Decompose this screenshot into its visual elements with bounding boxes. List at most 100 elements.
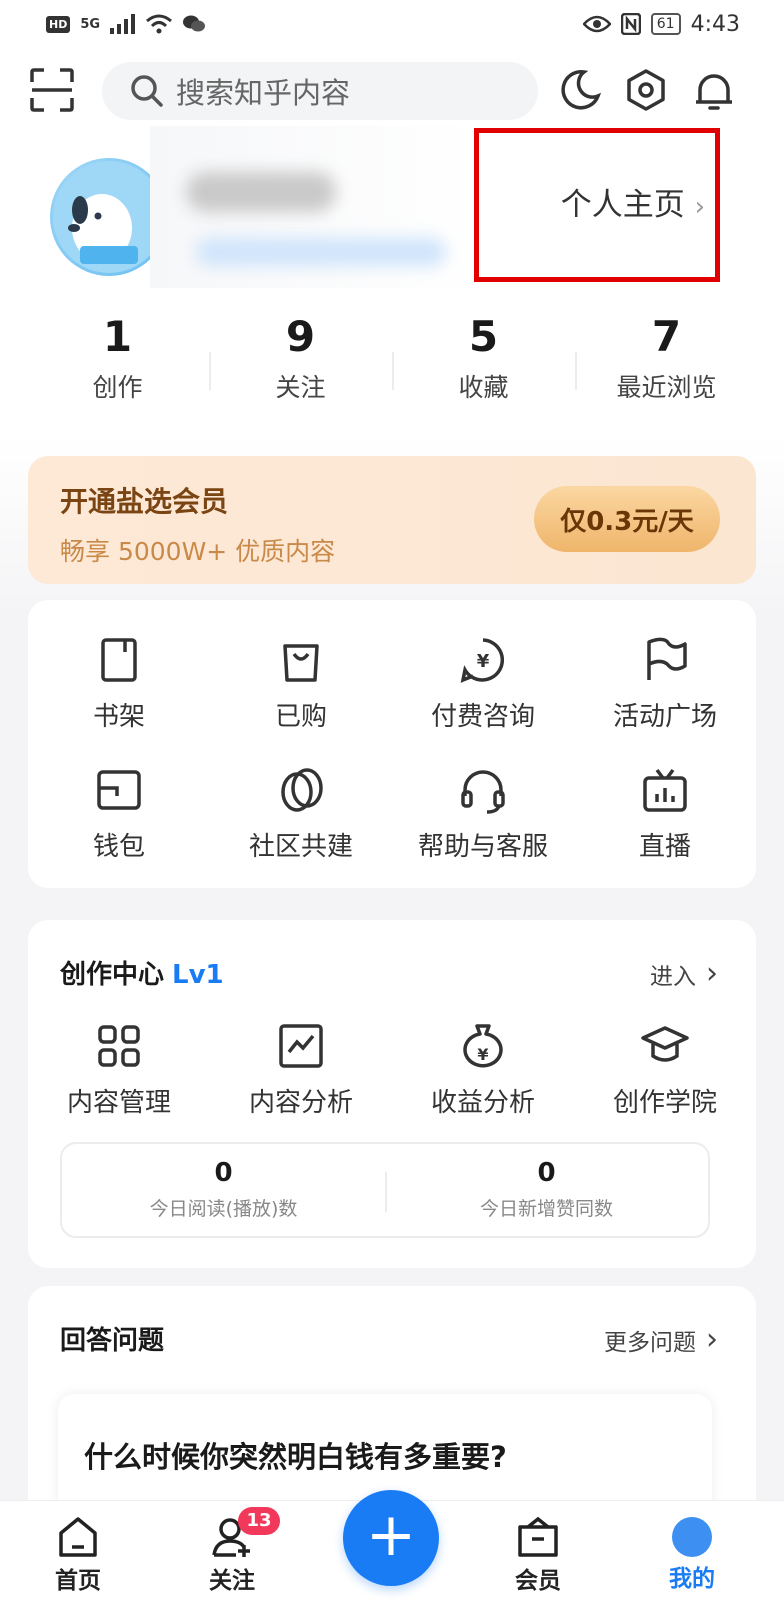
svg-text:¥: ¥ <box>477 1045 488 1064</box>
creation-enter-label: 进入 <box>650 963 696 990</box>
create-plus-button[interactable]: + <box>343 1490 439 1586</box>
creation-academy[interactable]: 创作学院 <box>574 1022 756 1119</box>
notification-badge: 13 <box>238 1507 280 1535</box>
more-questions-link[interactable]: 更多问题 › <box>604 1322 718 1357</box>
service-purchased[interactable]: 已购 <box>210 636 392 733</box>
headset-icon <box>461 770 505 814</box>
notification-bell-icon[interactable] <box>692 68 736 112</box>
wifi-icon <box>146 14 173 34</box>
leaf-icon <box>281 768 323 812</box>
shopping-bag-icon <box>283 644 319 682</box>
vip-bag-icon <box>518 1516 558 1557</box>
service-bookshelf[interactable]: 书架 <box>28 636 210 733</box>
nfc-icon <box>620 13 641 35</box>
service-label: 已购 <box>274 702 327 732</box>
creation-enter-link[interactable]: 进入 › <box>650 956 718 991</box>
tab-me[interactable]: 我的 <box>642 1515 742 1593</box>
services-row-1: 书架 已购 ¥ 付费咨询 活动广场 <box>28 636 756 733</box>
service-community[interactable]: 社区共建 <box>210 766 392 863</box>
service-paid-consult[interactable]: ¥ 付费咨询 <box>392 636 574 733</box>
service-label: 活动广场 <box>612 702 717 732</box>
blurred-username <box>186 172 336 212</box>
stat-value: 5 <box>468 312 499 361</box>
creation-center-title: 创作中心 Lv1 <box>60 954 224 991</box>
today-reads-value: 0 <box>214 1158 233 1188</box>
creation-tool-label: 内容管理 <box>66 1088 171 1118</box>
creation-content-analysis[interactable]: 内容分析 <box>210 1022 392 1119</box>
service-label: 付费咨询 <box>430 702 535 732</box>
stat-label: 创作 <box>92 373 143 402</box>
tab-label: 首页 <box>55 1568 101 1594</box>
me-avatar-icon <box>672 1517 712 1557</box>
status-bar: HD 5G 61 4:43 <box>0 0 784 48</box>
service-activity-square[interactable]: 活动广场 <box>574 636 756 733</box>
grid-icon <box>98 1025 140 1067</box>
stat-following[interactable]: 9 关注 <box>209 310 392 410</box>
question-title: 什么时候你突然明白钱有多重要? <box>84 1440 507 1474</box>
flag-icon <box>647 637 687 680</box>
tab-following[interactable]: 关注 13 <box>182 1507 282 1595</box>
service-label: 直播 <box>638 832 691 862</box>
tab-label: 关注 <box>209 1568 255 1594</box>
svg-text:¥: ¥ <box>477 651 490 672</box>
home-icon <box>59 1517 97 1557</box>
vip-banner[interactable]: 开通盐选会员 畅享 5000W+ 优质内容 仅0.3元/天 <box>28 456 756 584</box>
stat-label: 收藏 <box>458 373 509 402</box>
tab-label: 我的 <box>669 1566 715 1592</box>
creation-tool-label: 创作学院 <box>612 1088 717 1118</box>
vip-subtitle: 畅享 5000W+ 优质内容 <box>60 537 336 566</box>
service-label: 帮助与客服 <box>417 832 548 862</box>
blurred-user-info <box>150 126 480 288</box>
service-wallet[interactable]: 钱包 <box>28 766 210 863</box>
stat-label: 最近浏览 <box>616 373 717 402</box>
stat-favorites[interactable]: 5 收藏 <box>392 310 575 410</box>
today-upvotes-label: 今日新增赞同数 <box>479 1198 613 1220</box>
chevron-right-icon: › <box>706 1322 718 1357</box>
signal-bars-icon <box>110 14 136 34</box>
services-card: 书架 已购 ¥ 付费咨询 活动广场 钱包 社区共建 帮助与客服 直播 <box>28 600 756 888</box>
battery-icon: 61 <box>650 13 681 35</box>
status-left: HD 5G <box>46 14 206 34</box>
search-input[interactable]: 搜索知乎内容 <box>102 62 538 120</box>
today-reads[interactable]: 0 今日阅读(播放)数 <box>62 1144 385 1236</box>
tab-vip[interactable]: 会员 <box>488 1515 588 1595</box>
search-placeholder: 搜索知乎内容 <box>176 76 351 110</box>
wechat-icon <box>183 15 206 32</box>
bookshelf-icon <box>101 638 137 682</box>
clock: 4:43 <box>690 11 740 37</box>
top-header: 搜索知乎内容 <box>0 58 784 128</box>
service-label: 社区共建 <box>248 832 353 862</box>
graduation-cap-icon <box>641 1026 689 1062</box>
signal-5g-icon: 5G <box>80 16 101 32</box>
hd-indicator: HD <box>46 15 71 33</box>
settings-gear-icon[interactable] <box>624 68 668 112</box>
service-live[interactable]: 直播 <box>574 766 756 863</box>
vip-price-button[interactable]: 仅0.3元/天 <box>534 486 720 552</box>
money-bag-icon: ¥ <box>463 1024 503 1068</box>
creation-center-card: 创作中心 Lv1 进入 › 内容管理 内容分析 ¥ 收益分析 创作学院 0 今日阅… <box>28 920 756 1268</box>
creation-tool-label: 内容分析 <box>248 1088 353 1118</box>
creation-revenue-analysis[interactable]: ¥ 收益分析 <box>392 1022 574 1119</box>
creation-tools: 内容管理 内容分析 ¥ 收益分析 创作学院 <box>28 1022 756 1119</box>
profile-stats: 1 创作 9 关注 5 收藏 7 最近浏览 <box>26 310 758 410</box>
stat-value: 7 <box>651 312 682 361</box>
today-upvotes[interactable]: 0 今日新增赞同数 <box>385 1144 708 1236</box>
service-help[interactable]: 帮助与客服 <box>392 766 574 863</box>
services-row-2: 钱包 社区共建 帮助与客服 直播 <box>28 766 756 863</box>
stat-value: 9 <box>285 312 316 361</box>
answer-questions-title: 回答问题 <box>60 1326 165 1356</box>
creation-content-management[interactable]: 内容管理 <box>28 1022 210 1119</box>
search-icon <box>131 75 163 107</box>
scan-icon[interactable] <box>30 68 74 112</box>
tab-home[interactable]: 首页 <box>28 1515 128 1595</box>
status-right: 61 4:43 <box>582 11 740 37</box>
today-stats-box: 0 今日阅读(播放)数 0 今日新增赞同数 <box>60 1142 710 1238</box>
creator-level-badge: Lv1 <box>172 960 224 990</box>
wallet-icon <box>97 770 141 810</box>
stat-recent-views[interactable]: 7 最近浏览 <box>575 310 758 410</box>
profile-home-link[interactable]: 个人主页 › <box>474 128 720 282</box>
chart-icon <box>279 1024 323 1068</box>
night-mode-icon[interactable] <box>558 68 602 112</box>
plus-icon: + <box>365 1500 417 1570</box>
stat-creations[interactable]: 1 创作 <box>26 310 209 410</box>
